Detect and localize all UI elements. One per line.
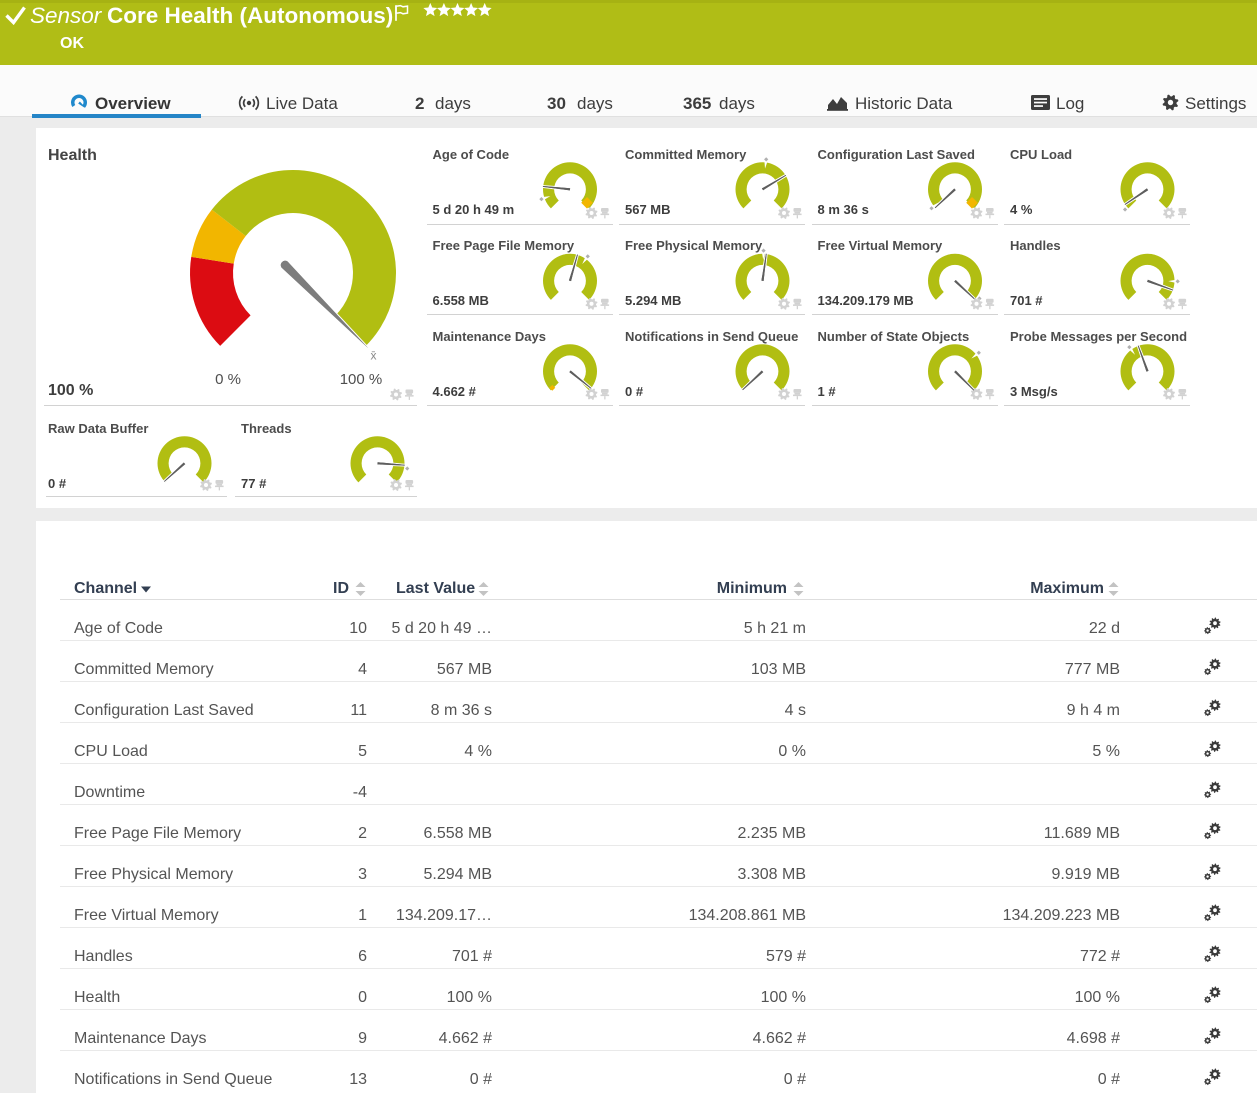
svg-text:x̄: x̄ — [371, 349, 377, 363]
